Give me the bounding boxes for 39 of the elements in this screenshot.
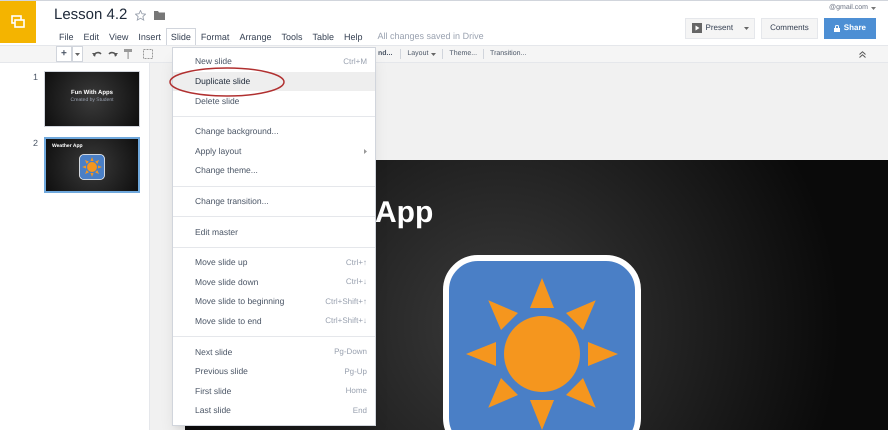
menu-option[interactable]: Delete slide xyxy=(173,91,375,111)
menu-item[interactable]: Help xyxy=(339,28,368,46)
collapse-icon[interactable] xyxy=(859,50,866,58)
document-title[interactable]: Lesson 4.2 xyxy=(54,4,128,26)
menu-item[interactable]: File xyxy=(54,28,79,46)
slide-number: 2 xyxy=(32,137,38,150)
sun-icon xyxy=(79,154,105,180)
folder-icon[interactable] xyxy=(154,10,166,20)
caret-icon[interactable] xyxy=(74,52,80,56)
lock-icon xyxy=(834,24,840,32)
caret-icon[interactable] xyxy=(744,26,750,30)
slides-icon xyxy=(11,15,25,29)
menu-item[interactable]: Edit xyxy=(78,28,104,46)
redo-icon[interactable] xyxy=(108,50,118,58)
undo-icon[interactable] xyxy=(92,50,102,58)
caret-icon xyxy=(431,52,436,56)
menu-item[interactable]: Slide xyxy=(166,28,196,46)
menu-option[interactable]: Change background... xyxy=(173,122,375,142)
menu-item[interactable]: Arrange xyxy=(234,28,276,46)
menu-item[interactable]: Tools xyxy=(276,28,308,46)
select-icon[interactable] xyxy=(142,49,153,59)
menu-item[interactable]: Insert xyxy=(133,28,166,46)
new-slide-button[interactable]: + xyxy=(56,46,72,62)
menu-option[interactable]: Duplicate slide xyxy=(173,72,375,92)
save-status: All changes saved in Drive xyxy=(378,30,484,43)
slide-number: 1 xyxy=(32,71,38,84)
menu-item[interactable]: Table xyxy=(307,28,339,46)
menu-option[interactable]: Apply layout xyxy=(173,141,375,161)
paint-format-icon[interactable] xyxy=(124,49,132,59)
menu-item[interactable]: Format xyxy=(196,28,234,46)
submenu-arrow-icon xyxy=(364,148,367,154)
slide-title: App xyxy=(375,198,434,228)
menu-option[interactable]: New slide Ctrl+M xyxy=(173,52,375,72)
star-icon[interactable] xyxy=(135,10,146,21)
caret-icon xyxy=(871,6,876,10)
sun-icon xyxy=(442,254,642,430)
play-icon xyxy=(692,23,702,33)
comments-button[interactable]: Comments xyxy=(761,18,818,38)
menu-item[interactable]: View xyxy=(104,28,134,46)
